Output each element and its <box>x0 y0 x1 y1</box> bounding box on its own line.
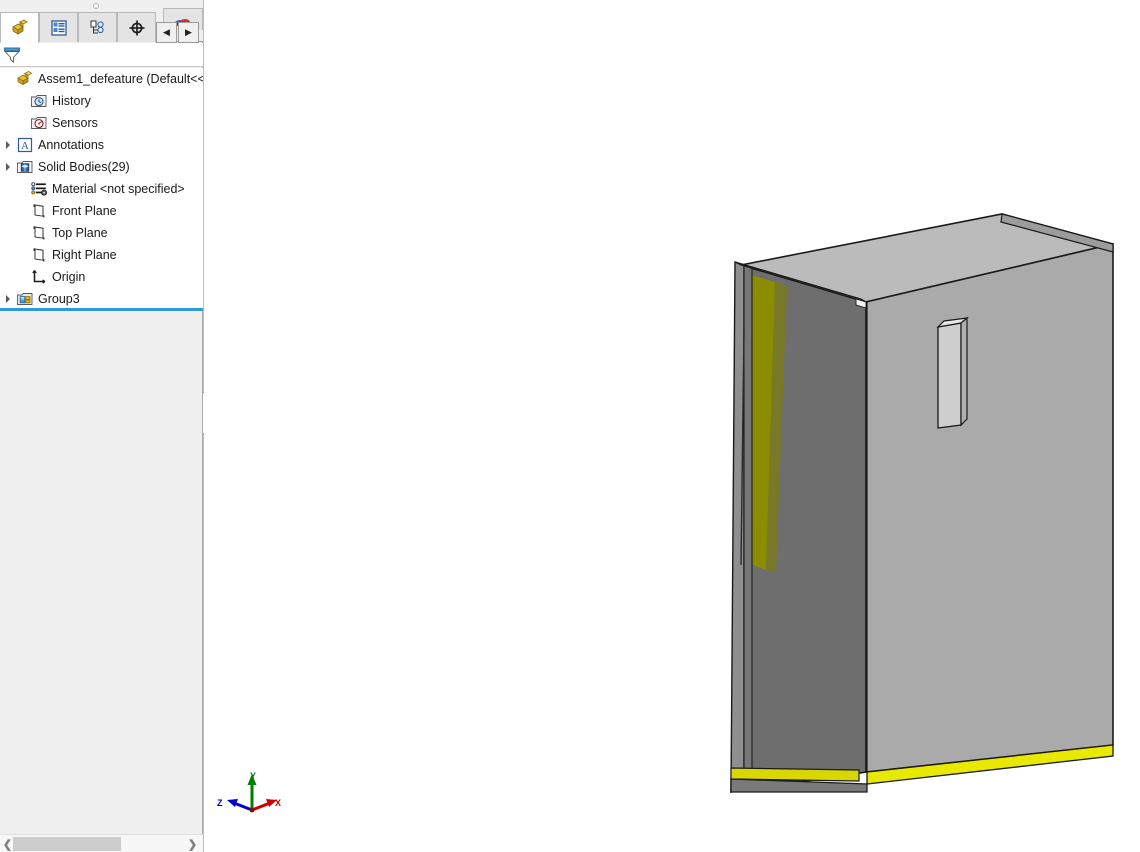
tree-item-label: Sensors <box>52 116 98 130</box>
tree-item-label: History <box>52 94 91 108</box>
tree-toggle-placeholder <box>15 90 29 112</box>
tree-toggle-placeholder <box>1 68 15 90</box>
tree-row-sensors[interactable]: Sensors <box>0 112 203 134</box>
tab-feature-manager-design-tree[interactable] <box>0 12 39 43</box>
solid-bodies-icon <box>15 157 35 177</box>
tree-item-label: Group3 <box>38 292 80 306</box>
group-folder-icon <box>15 289 35 308</box>
configuration-manager-icon <box>89 19 107 37</box>
cad-model-cabinet[interactable] <box>204 0 1140 852</box>
tree-toggle-placeholder <box>15 222 29 244</box>
tree-item-label: Origin <box>52 270 86 284</box>
tree-row-solid-bodies[interactable]: Solid Bodies(29) <box>0 156 203 178</box>
tree-item-label: Annotations <box>38 138 105 152</box>
tab-nav-next-button[interactable]: ▶ <box>178 22 199 43</box>
svg-text:A: A <box>21 140 29 152</box>
panel-tab-bar: ◀ ▶ <box>0 8 203 43</box>
origin-icon <box>29 267 49 287</box>
tree-row-origin[interactable]: Origin <box>0 266 203 288</box>
plane-icon <box>29 201 49 221</box>
panel-horizontal-scrollbar[interactable]: ❮ ❯ <box>0 834 203 852</box>
tree-toggle-placeholder <box>15 112 29 134</box>
assembly-tree-icon <box>10 18 30 38</box>
tree-item-label: Material <not specified> <box>52 182 185 196</box>
tree-filter-bar <box>0 43 203 67</box>
scroll-right-arrow[interactable]: ❯ <box>185 835 200 852</box>
tree-row-root[interactable]: Assem1_defeature (Default<<Defa <box>0 68 203 90</box>
tree-row-right-plane[interactable]: Right Plane <box>0 244 203 266</box>
plane-icon <box>29 223 49 243</box>
tree-toggle-placeholder <box>15 200 29 222</box>
design-tree: Assem1_defeature (Default<<Defa History <box>0 68 203 308</box>
solidworks-window: ◀ ▶ Assem1_defeature (Default<< History … <box>0 0 1140 852</box>
panel-grip-dot[interactable] <box>93 3 99 9</box>
tree-item-label: Front Plane <box>52 204 117 218</box>
tree-root-label: Assem1_defeature (Default<<Defa <box>38 72 203 86</box>
tree-expand-toggle[interactable] <box>1 156 15 178</box>
tree-row-front-plane[interactable]: Front Plane <box>0 200 203 222</box>
tree-expand-toggle[interactable] <box>1 288 15 308</box>
door-handle[interactable] <box>936 316 969 429</box>
tree-toggle-placeholder <box>15 266 29 288</box>
tab-nav-buttons: ◀ ▶ <box>156 22 200 43</box>
tree-toggle-placeholder <box>15 244 29 266</box>
tree-row-group3[interactable]: Group3 <box>0 288 203 308</box>
tree-item-label: Right Plane <box>52 248 117 262</box>
tree-expand-toggle[interactable] <box>1 134 15 156</box>
sensors-icon <box>29 113 49 133</box>
tree-item-label: Top Plane <box>52 226 108 240</box>
tree-drop-indicator <box>0 308 203 311</box>
triad-y-label: Y <box>250 771 256 781</box>
triad-x-label: X <box>275 798 281 808</box>
model-face-left-inner-shadow <box>743 264 753 786</box>
history-icon <box>29 91 49 111</box>
tab-nav-prev-button[interactable]: ◀ <box>156 22 177 43</box>
feature-manager-panel: ◀ ▶ Assem1_defeature (Default<< History … <box>0 0 203 852</box>
dimxpert-target-icon <box>127 18 147 38</box>
plane-icon <box>29 245 49 265</box>
handle-face-side <box>960 316 968 427</box>
graphics-viewport[interactable]: Y X Z <box>204 0 1140 852</box>
tree-filter-input[interactable] <box>24 45 199 65</box>
annotations-icon: A <box>15 135 35 155</box>
scrollbar-thumb[interactable] <box>13 837 121 851</box>
tree-row-material[interactable]: Material <not specified> <box>0 178 203 200</box>
triad-z-label: Z <box>217 798 223 808</box>
model-face-front <box>865 242 1114 773</box>
tab-configuration-manager[interactable] <box>78 12 117 42</box>
model-highlight-edge-bottom-side <box>730 767 860 782</box>
tree-row-history[interactable]: History <box>0 90 203 112</box>
property-manager-icon <box>50 19 68 37</box>
handle-face-front <box>937 322 962 429</box>
coordinate-triad: Y X Z <box>217 771 281 813</box>
tree-toggle-placeholder <box>15 178 29 200</box>
tree-row-annotations[interactable]: A Annotations <box>0 134 203 156</box>
filter-funnel-icon[interactable] <box>3 46 21 69</box>
material-icon <box>29 179 49 199</box>
tree-row-top-plane[interactable]: Top Plane <box>0 222 203 244</box>
tree-item-label: Solid Bodies(29) <box>38 160 130 174</box>
assembly-icon <box>15 69 35 89</box>
tab-property-manager[interactable] <box>39 12 78 42</box>
tab-dimxpert-manager[interactable] <box>117 12 156 42</box>
